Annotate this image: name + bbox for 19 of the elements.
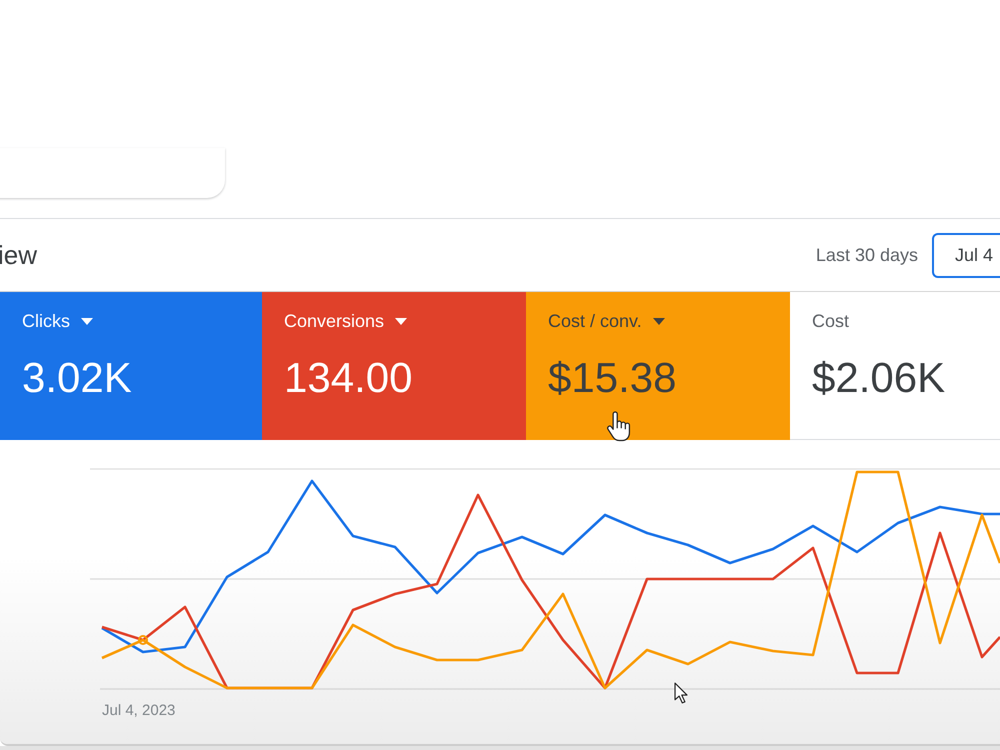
metric-card[interactable]: Conversions 134.00	[262, 292, 526, 440]
metric-dropdown[interactable]: Cost / conv.	[548, 310, 665, 332]
metric-value: 134.00	[284, 354, 412, 402]
metric-value: $2.06K	[812, 354, 946, 402]
hand-pointer-icon	[607, 411, 631, 442]
metric-dropdown[interactable]: Conversions	[284, 310, 408, 332]
panel-title: iew	[0, 240, 38, 270]
caret-icon	[395, 318, 408, 324]
metric-value: $15.38	[548, 354, 676, 402]
metric-label: Cost	[812, 310, 850, 332]
date-range-label: Last 30 days	[816, 244, 918, 266]
caret-icon	[81, 318, 93, 324]
caret-icon	[652, 318, 665, 324]
metric-dropdown[interactable]: Clicks	[22, 310, 93, 332]
date-button[interactable]: Jul 4	[932, 232, 1000, 278]
metric-card[interactable]: Cost / conv. $15.38	[526, 292, 790, 440]
axis-date-label: Jul 4, 2023	[102, 701, 176, 721]
metric-value: 3.02K	[22, 354, 132, 402]
metric-card[interactable]: Clicks 3.02K	[0, 292, 262, 440]
